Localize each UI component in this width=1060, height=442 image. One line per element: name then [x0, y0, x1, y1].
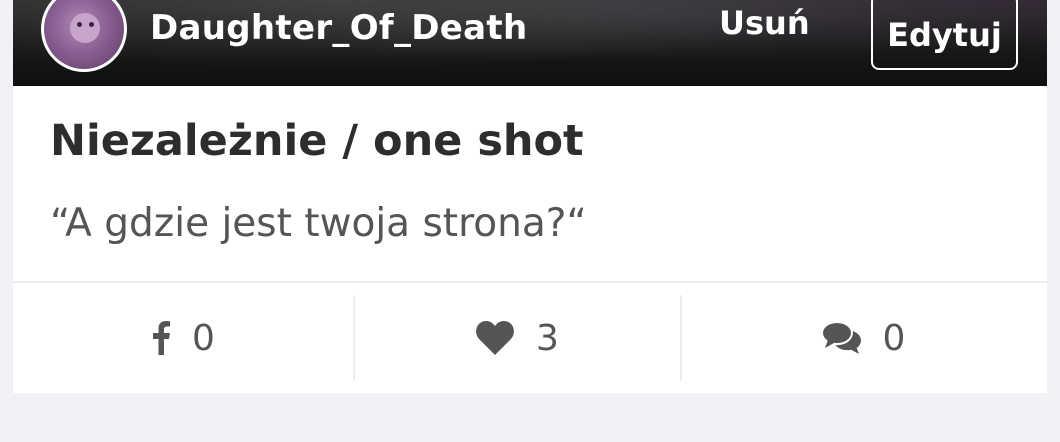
likes-count: 3 [536, 317, 559, 359]
avatar[interactable] [41, 0, 127, 72]
facebook-share[interactable]: 0 [13, 283, 354, 393]
comments-button[interactable]: 0 [681, 283, 1047, 393]
facebook-count: 0 [192, 317, 215, 359]
avatar-eye [77, 22, 82, 27]
comments-icon [822, 322, 861, 354]
comments-count: 0 [882, 317, 906, 359]
avatar-face [70, 13, 100, 43]
facebook-icon [152, 321, 171, 355]
post-title[interactable]: Niezależnie / one shot [50, 116, 584, 166]
heart-icon [476, 321, 514, 355]
post-quote: “A gdzie jest twoja strona?“ [50, 201, 587, 246]
avatar-eye [89, 22, 94, 27]
cover-banner: Daughter_Of_Death Usuń Edytuj [13, 0, 1047, 86]
edit-button[interactable]: Edytuj [871, 0, 1018, 70]
username[interactable]: Daughter_Of_Death [150, 8, 527, 48]
stats-bar: 0 3 0 [13, 283, 1047, 393]
post-card: Daughter_Of_Death Usuń Edytuj Niezależni… [13, 0, 1047, 393]
delete-button[interactable]: Usuń [719, 4, 810, 42]
like-button[interactable]: 3 [354, 283, 681, 393]
